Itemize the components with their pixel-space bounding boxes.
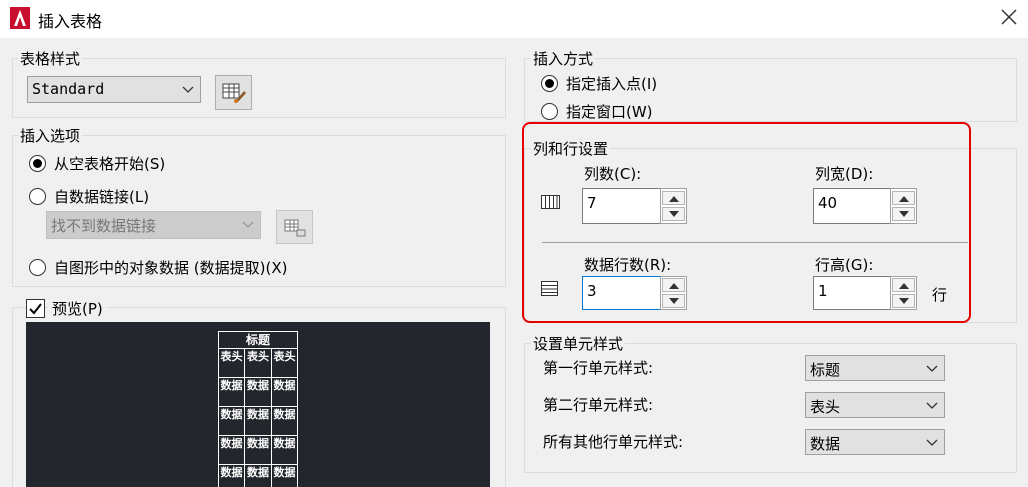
- preview-data-cell: 数据: [271, 464, 298, 487]
- preview-data-cell: 数据: [244, 464, 272, 487]
- title-bar: [0, 0, 1028, 38]
- second-row-style-label: 第二行单元样式:: [543, 396, 654, 414]
- chevron-down-icon: [242, 221, 254, 228]
- preview-data-cell: 数据: [218, 435, 245, 465]
- preview-header-cell: 表头: [218, 348, 245, 378]
- first-row-style-label: 第一行单元样式:: [543, 359, 654, 377]
- chevron-down-icon: [926, 365, 938, 372]
- preview-checkbox[interactable]: [26, 299, 45, 318]
- preview-data-cell: 数据: [218, 377, 245, 407]
- preview-data-cell: 数据: [244, 406, 272, 436]
- preview-label: 预览(P): [48, 298, 107, 319]
- radio-insert-window[interactable]: [541, 103, 558, 120]
- data-link-icon: [284, 219, 306, 237]
- highlight-box: [522, 122, 971, 323]
- label-empty-table: 从空表格开始(S): [54, 155, 166, 173]
- other-rows-style-dropdown[interactable]: 数据: [805, 429, 945, 455]
- close-icon[interactable]: [998, 6, 1020, 28]
- preview-data-cell: 数据: [244, 377, 272, 407]
- second-row-style-dropdown[interactable]: 表头: [805, 392, 945, 418]
- second-row-style-value: 表头: [810, 398, 841, 416]
- preview-data-cell: 数据: [271, 377, 298, 407]
- preview-data-cell: 数据: [244, 435, 272, 465]
- radio-data-link[interactable]: [29, 188, 46, 205]
- chevron-down-icon: [926, 402, 938, 409]
- radio-empty-table[interactable]: [29, 155, 46, 172]
- data-link-dropdown: 找不到数据链接: [46, 211, 261, 239]
- label-insert-window: 指定窗口(W): [566, 103, 653, 121]
- table-style-legend: 表格样式: [18, 48, 83, 69]
- checkmark-icon: [29, 303, 42, 315]
- chevron-down-icon: [182, 86, 194, 93]
- autocad-app-icon: [10, 7, 30, 29]
- insert-options-legend: 插入选项: [18, 125, 83, 146]
- table-edit-icon: [222, 83, 246, 103]
- other-rows-style-label: 所有其他行单元样式:: [543, 433, 684, 451]
- preview-data-cell: 数据: [271, 435, 298, 465]
- chevron-down-icon: [926, 439, 938, 446]
- preview-data-cell: 数据: [218, 406, 245, 436]
- first-row-style-dropdown[interactable]: 标题: [805, 355, 945, 381]
- preview-title-cell: 标题: [218, 331, 298, 349]
- label-insert-point: 指定插入点(I): [566, 75, 658, 93]
- table-style-value: Standard: [32, 80, 105, 98]
- preview-data-cell: 数据: [271, 406, 298, 436]
- radio-insert-point[interactable]: [541, 75, 558, 92]
- preview-table: 标题 表头 表头 表头 数据 数据 数据 数据 数据 数据 数据 数据 数据 数…: [218, 331, 298, 487]
- data-link-value: 找不到数据链接: [51, 217, 157, 235]
- table-style-dialog-button[interactable]: [215, 75, 252, 110]
- table-style-dropdown[interactable]: Standard: [27, 76, 201, 103]
- preview-header-cell: 表头: [271, 348, 298, 378]
- radio-drawing-data[interactable]: [29, 259, 46, 276]
- data-link-manager-button: [276, 210, 313, 244]
- cell-styles-legend: 设置单元样式: [531, 333, 626, 354]
- label-drawing-data: 自图形中的对象数据 (数据提取)(X): [54, 259, 288, 277]
- first-row-style-value: 标题: [810, 361, 841, 379]
- preview-canvas: 标题 表头 表头 表头 数据 数据 数据 数据 数据 数据 数据 数据 数据 数…: [26, 322, 490, 487]
- insert-method-legend: 插入方式: [531, 48, 596, 69]
- window-title: 插入表格: [38, 12, 103, 31]
- other-rows-style-value: 数据: [810, 435, 841, 453]
- preview-data-cell: 数据: [218, 464, 245, 487]
- label-data-link: 自数据链接(L): [54, 188, 150, 206]
- preview-header-cell: 表头: [244, 348, 272, 378]
